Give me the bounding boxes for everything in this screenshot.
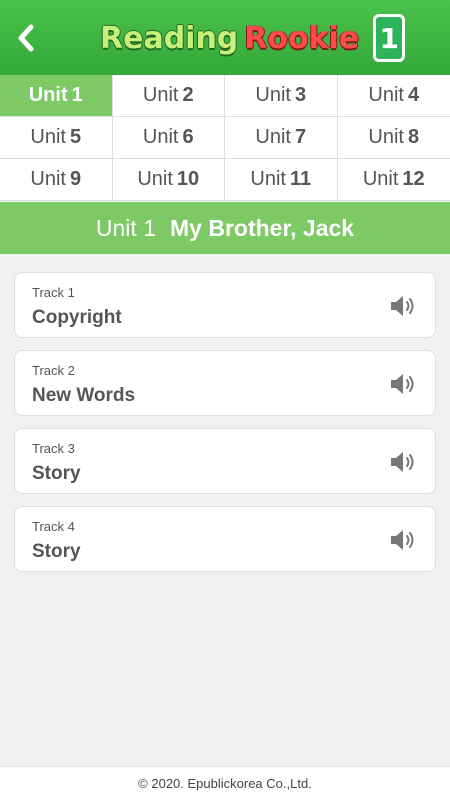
unit-tab-6[interactable]: Unit 6 [112,117,225,159]
unit-tab-number: 9 [69,168,82,190]
unit-tab-prefix: Unit [368,84,404,106]
unit-tab-7[interactable]: Unit 7 [225,117,338,159]
speaker-icon[interactable] [389,372,419,396]
track-title: Story [32,541,81,562]
copyright-text: © 2020. Epublickorea Co.,Ltd. [138,776,312,791]
track-label: Track 2 [32,363,75,378]
unit-tab-5[interactable]: Unit 5 [0,117,113,159]
unit-tab-1[interactable]: Unit 1 [0,75,113,117]
track-item[interactable]: Track 2 New Words [14,350,436,416]
reading-rookie-logo: Reading Rookie 1 [100,8,406,68]
unit-tab-prefix: Unit [250,168,286,190]
unit-tab-8[interactable]: Unit 8 [337,117,450,159]
unit-title-number: Unit 1 [95,214,156,241]
unit-tab-prefix: Unit [142,84,179,106]
unit-tab-12[interactable]: Unit 12 [337,159,450,201]
unit-tab-3[interactable]: Unit 3 [225,75,338,117]
unit-tab-prefix: Unit [30,126,66,148]
logo-number: 1 [373,14,406,62]
speaker-icon[interactable] [389,450,419,474]
unit-grid: Unit 1 Unit 2 Unit 3 Unit 4 Unit 5 Unit 6 Unit 7 Unit 8… [0,75,450,201]
unit-tab-number: 2 [182,84,194,106]
unit-tab-11[interactable]: Unit 11 [225,159,338,201]
unit-tab-number: 8 [407,126,420,148]
unit-tab-prefix: Unit [28,84,68,106]
app-header: Reading Rookie 1 [0,0,450,75]
track-list: Track 1 Copyright Track 2 New Words Track 3 S… [14,272,436,584]
unit-tab-number: 11 [289,168,312,190]
unit-tab-9[interactable]: Unit 9 [0,159,113,201]
track-item[interactable]: Track 4 Story [14,506,436,572]
unit-tab-number: 1 [71,84,83,106]
track-title: Copyright [32,307,122,328]
speaker-icon[interactable] [389,294,419,318]
unit-tab-number: 4 [407,84,420,106]
unit-tab-prefix: Unit [362,168,399,190]
track-item[interactable]: Track 3 Story [14,428,436,494]
track-title: Story [32,463,81,484]
logo-reading-text: Reading [100,20,239,56]
unit-tab-prefix: Unit [255,126,291,148]
unit-tab-number: 7 [294,126,307,148]
unit-tab-number: 6 [182,126,194,148]
logo-rookie-text: Rookie [244,20,360,56]
footer: © 2020. Epublickorea Co.,Ltd. [0,766,450,800]
track-label: Track 4 [32,519,75,534]
unit-tab-number: 5 [69,126,82,148]
unit-tab-prefix: Unit [142,126,179,148]
unit-tab-4[interactable]: Unit 4 [337,75,450,117]
unit-title-name: My Brother, Jack [170,214,355,241]
speaker-icon[interactable] [389,528,419,552]
unit-tab-number: 12 [402,168,425,190]
unit-tab-10[interactable]: Unit 10 [112,159,225,201]
unit-tab-number: 3 [294,84,307,106]
unit-title-bar: Unit 1 My Brother, Jack [0,202,450,254]
unit-tab-number: 10 [176,168,200,190]
unit-tab-2[interactable]: Unit 2 [112,75,225,117]
unit-tab-prefix: Unit [137,168,173,190]
track-label: Track 3 [32,441,75,456]
track-title: New Words [32,385,136,406]
app-screen: Reading Rookie 1 Unit 1 Unit 2 Unit 3 Unit 4 Uni… [0,0,450,800]
unit-tab-prefix: Unit [368,126,404,148]
back-button[interactable] [6,18,46,58]
unit-tab-prefix: Unit [255,84,291,106]
track-item[interactable]: Track 1 Copyright [14,272,436,338]
track-label: Track 1 [32,285,75,300]
unit-tab-prefix: Unit [30,168,66,190]
chevron-left-icon [18,24,34,52]
